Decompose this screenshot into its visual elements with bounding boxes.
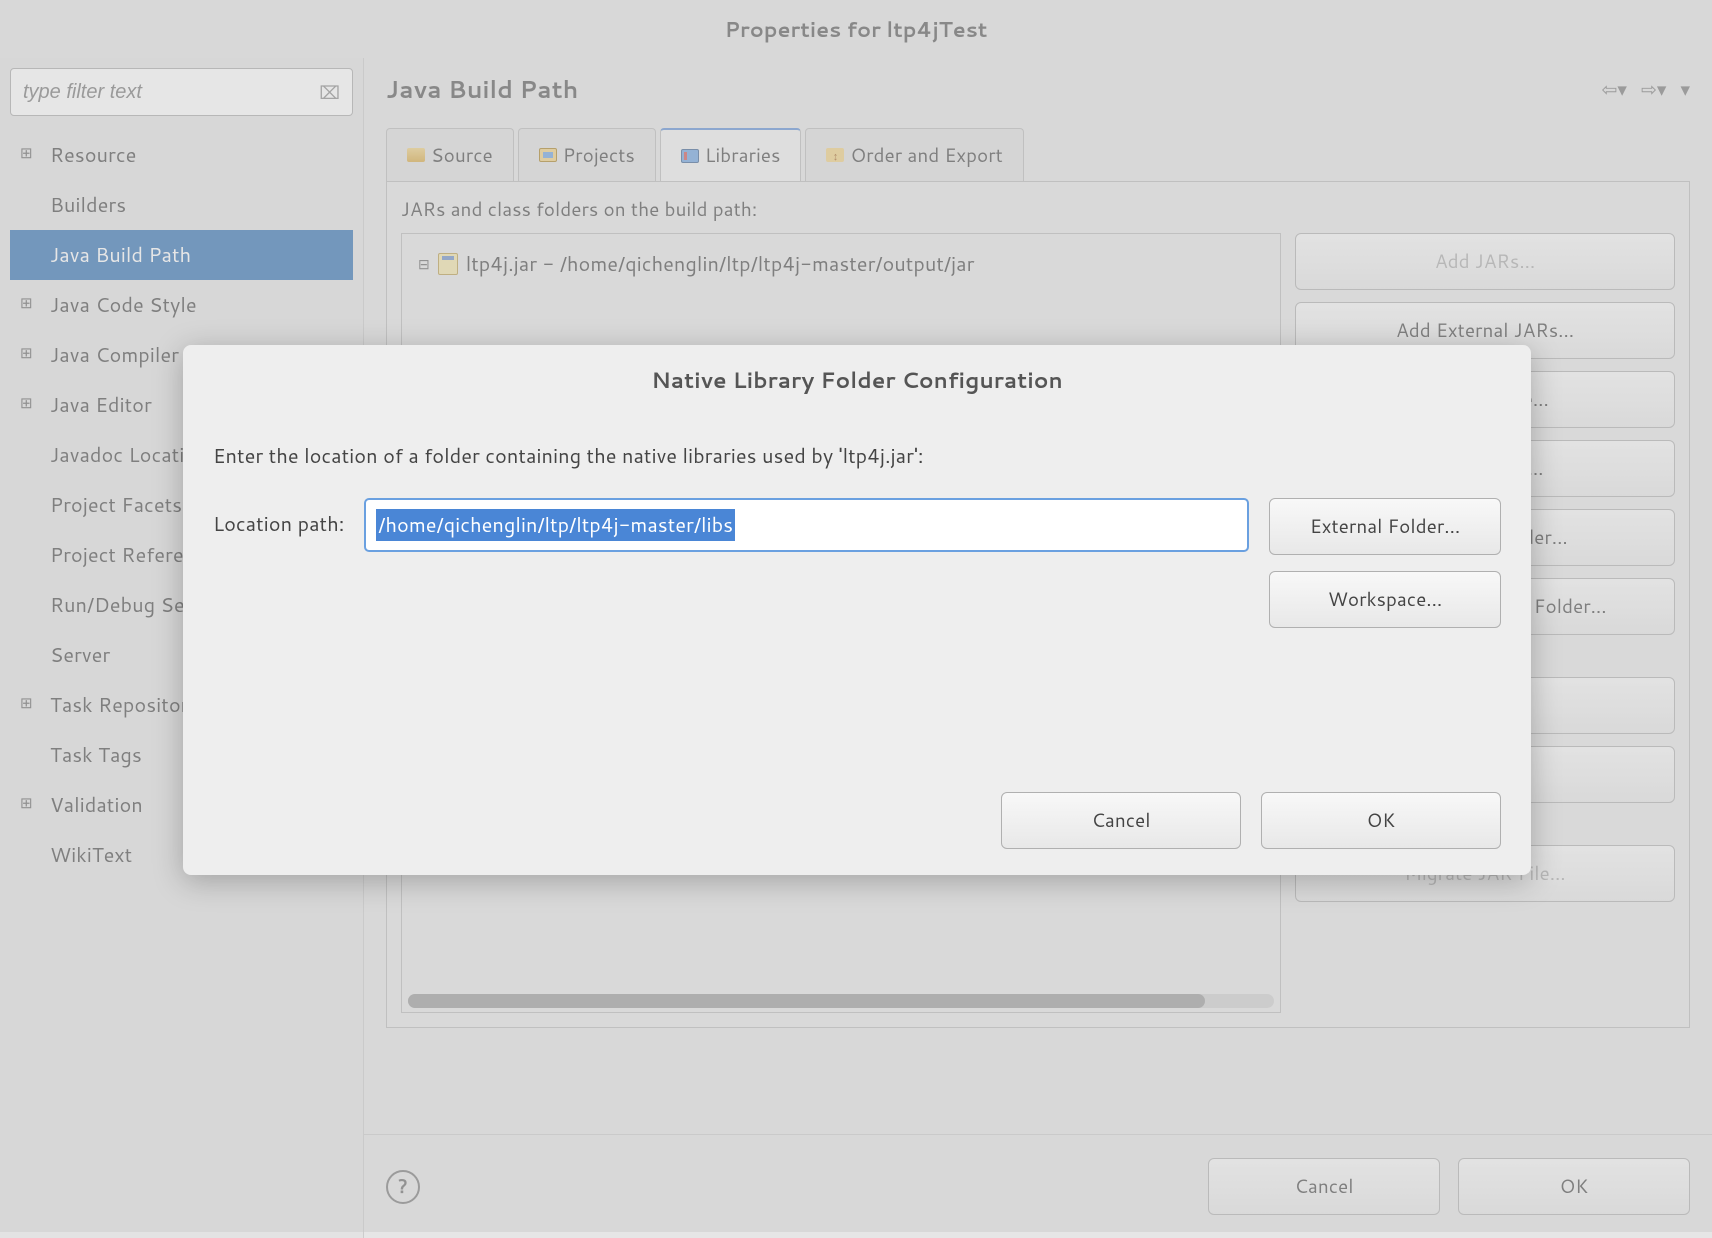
workspace-button[interactable]: Workspace... [1269, 571, 1501, 628]
location-path-value: /home/qichenglin/ltp/ltp4j-master/libs [376, 509, 735, 541]
location-path-input[interactable]: /home/qichenglin/ltp/ltp4j-master/libs [364, 498, 1249, 552]
dialog-description: Enter the location of a folder containin… [213, 442, 1501, 470]
dialog-ok-button[interactable]: OK [1261, 792, 1501, 849]
location-path-label: Location path: [213, 498, 344, 538]
dialog-title: Native Library Folder Configuration [183, 345, 1531, 410]
native-library-dialog: Native Library Folder Configuration Ente… [183, 345, 1531, 875]
dialog-cancel-button[interactable]: Cancel [1001, 792, 1241, 849]
external-folder-button[interactable]: External Folder... [1269, 498, 1501, 555]
